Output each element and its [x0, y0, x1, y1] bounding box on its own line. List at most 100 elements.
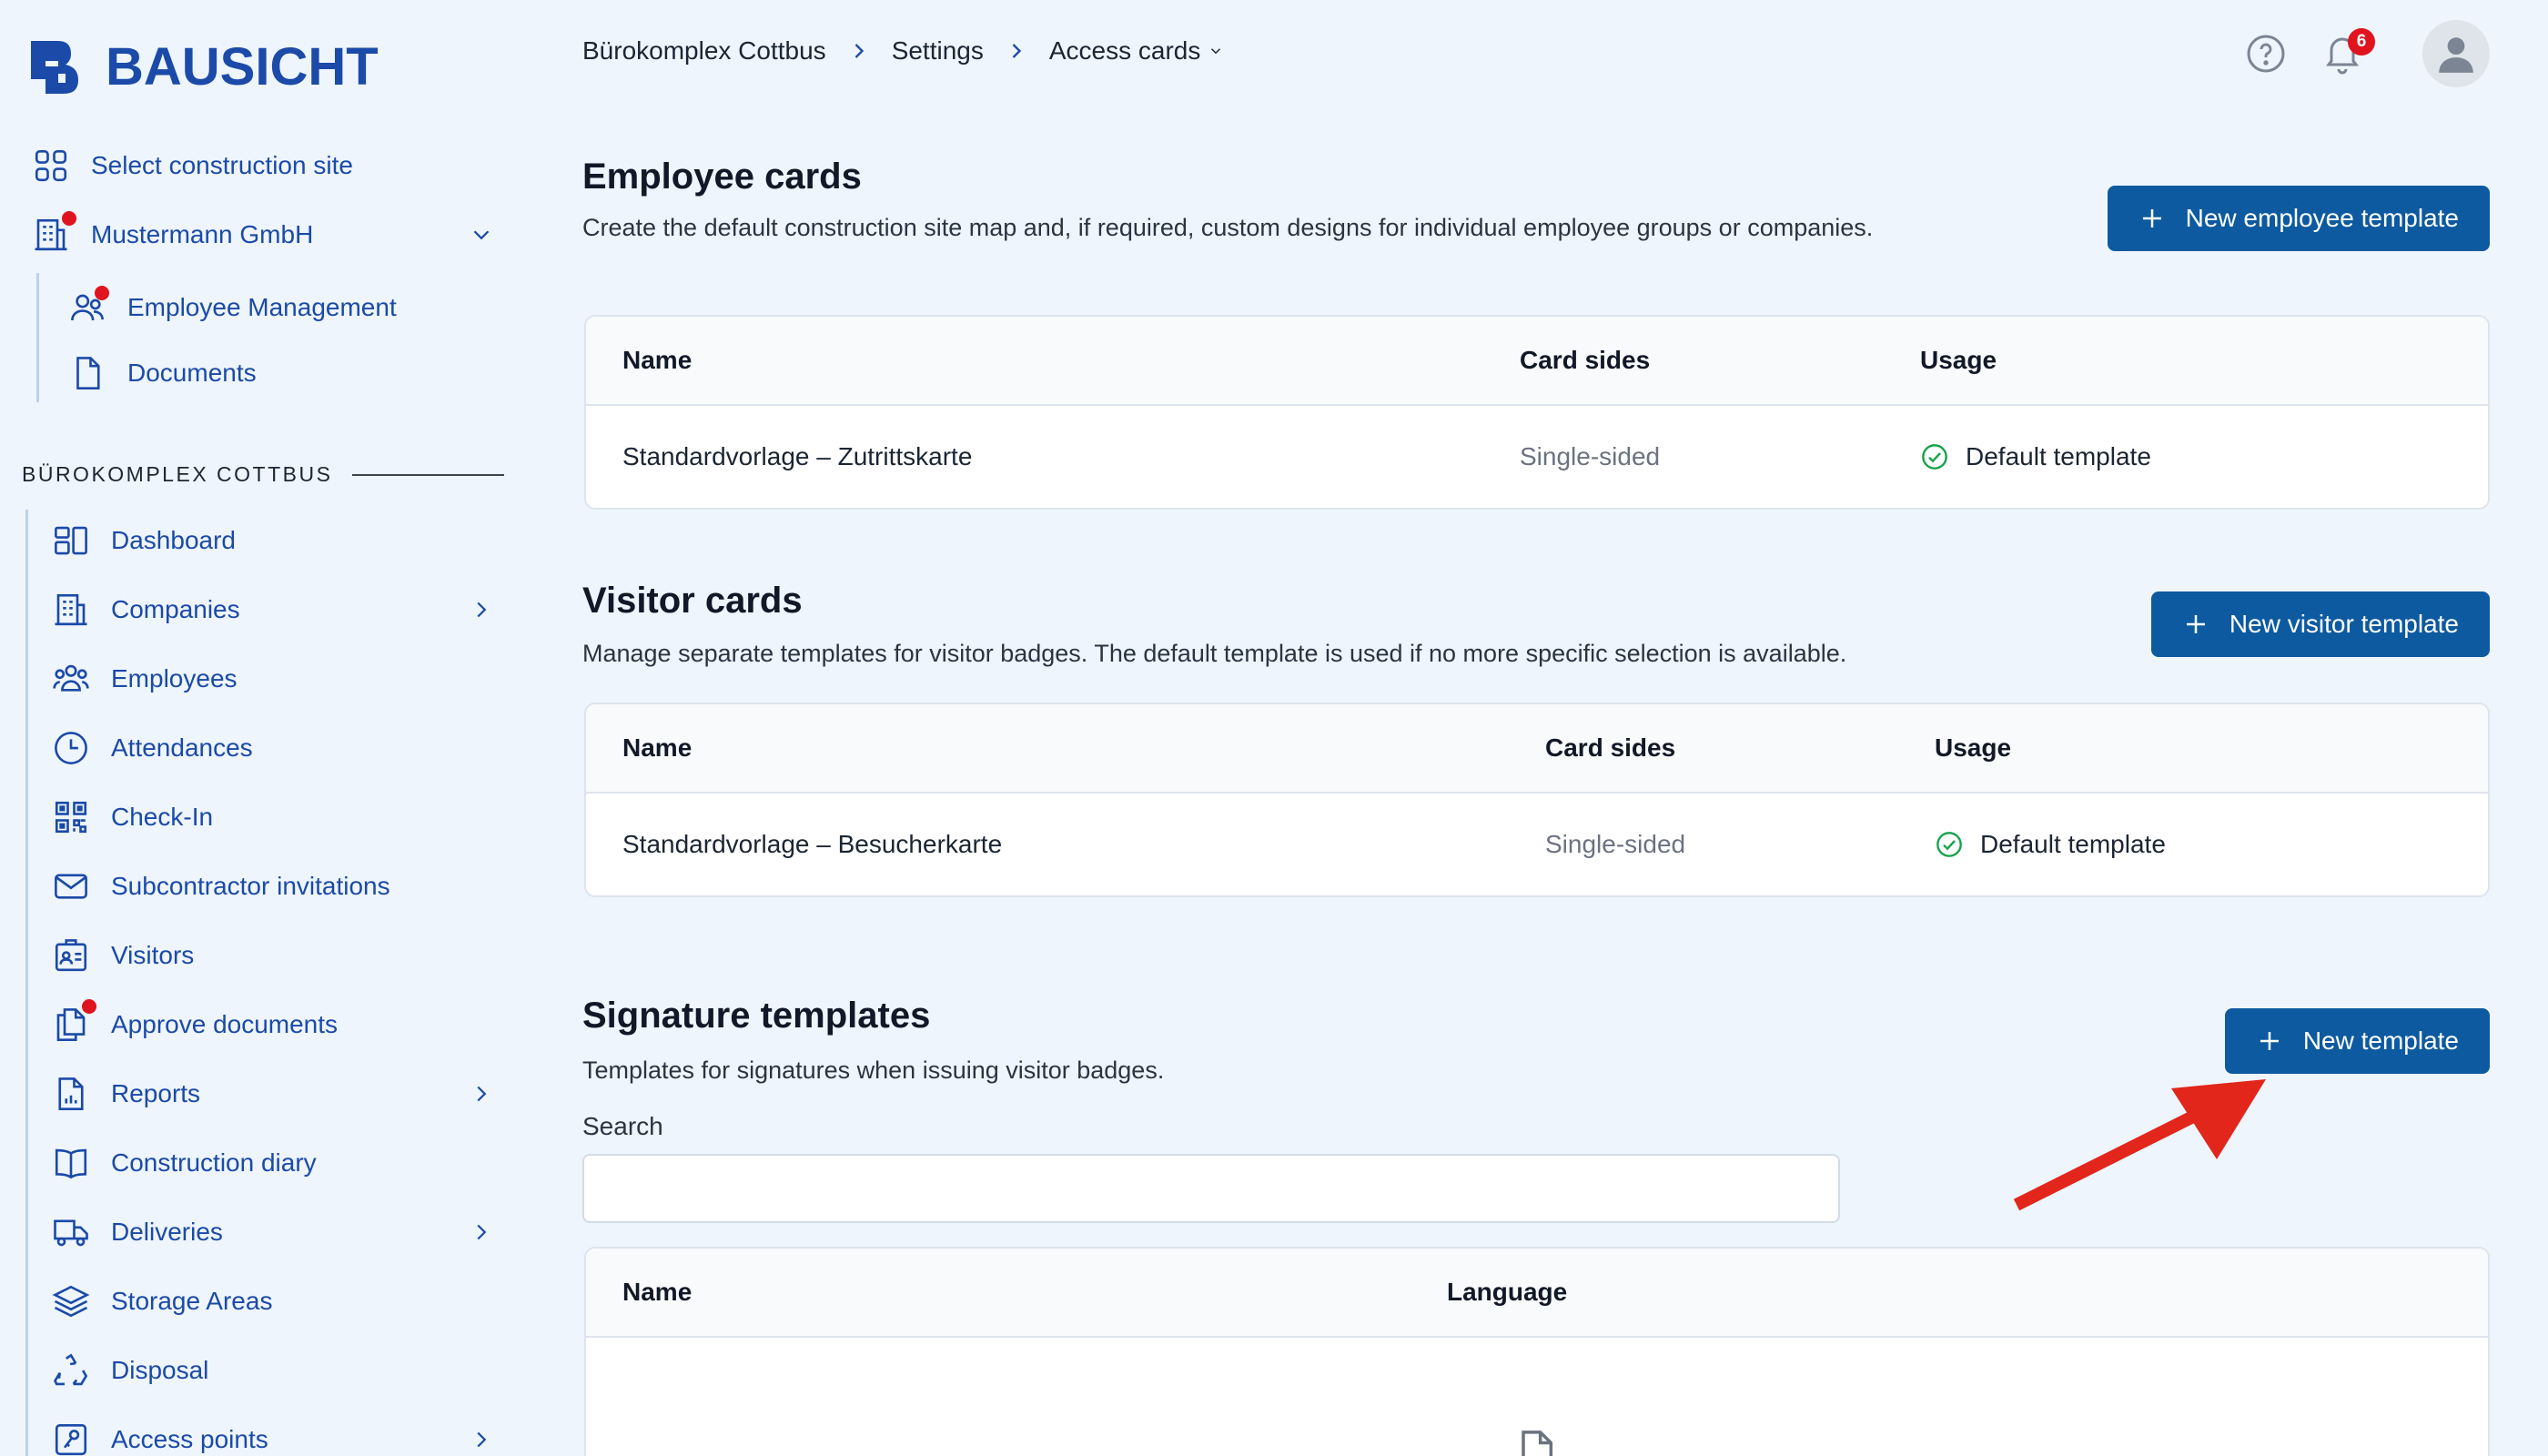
check-circle-icon	[1936, 832, 1962, 857]
sidebar-item-approve-documents[interactable]: Approve documents	[51, 999, 495, 1045]
grid-icon	[31, 146, 71, 186]
mail-icon	[51, 866, 91, 906]
select-construction-site-label: Select construction site	[91, 151, 353, 179]
visitor-badge-icon	[51, 935, 91, 976]
sidebar-item-dashboard[interactable]: Dashboard	[51, 521, 495, 561]
chevron-right-icon[interactable]	[468, 1426, 495, 1453]
sidebar-item-label: Companies	[111, 595, 240, 623]
chevron-right-icon[interactable]	[468, 596, 495, 623]
sidebar-item-disposal[interactable]: Disposal	[51, 1350, 495, 1390]
button-label: New employee template	[2185, 204, 2459, 232]
new-visitor-template-button[interactable]: New visitor template	[2150, 592, 2490, 657]
select-construction-site[interactable]: Select construction site	[31, 146, 495, 186]
table-row[interactable]: Standardvorlage – Zutrittskarte Single-s…	[586, 406, 2488, 508]
search-label: Search	[582, 1112, 663, 1140]
breadcrumb-site[interactable]: Bürokomplex Cottbus	[582, 36, 826, 66]
chevron-down-icon[interactable]	[468, 221, 495, 248]
sidebar-item-access-points[interactable]: Access points	[51, 1420, 495, 1456]
sidebar-item-storage-areas[interactable]: Storage Areas	[51, 1281, 495, 1321]
avatar[interactable]	[2422, 20, 2490, 87]
visitor-cards-description: Manage separate templates for visitor ba…	[582, 640, 1847, 667]
company-selector[interactable]: Mustermann GmbH	[31, 211, 495, 255]
table-header: Name Card sides Usage	[586, 704, 2488, 794]
column-card-sides: Card sides	[1545, 733, 1676, 762]
logo-mark-icon	[31, 40, 78, 94]
chevron-right-icon[interactable]	[468, 1218, 495, 1246]
plus-icon	[2186, 615, 2205, 633]
visitor-cards-title: Visitor cards	[582, 581, 803, 621]
sidebar-item-attendances[interactable]: Attendances	[51, 728, 495, 768]
help-button[interactable]	[2244, 32, 2288, 76]
template-name: Standardvorlage – Zutrittskarte	[622, 442, 973, 470]
new-employee-template-button[interactable]: New employee template	[2107, 186, 2490, 251]
sidebar-item-label: Visitors	[111, 941, 195, 969]
building-icon	[51, 590, 91, 630]
user-icon	[2439, 37, 2473, 73]
breadcrumb: Bürokomplex Cottbus Settings Access card…	[582, 36, 1224, 66]
access-point-icon	[51, 1420, 91, 1456]
button-label: New visitor template	[2229, 610, 2459, 638]
sidebar-item-label: Construction diary	[111, 1148, 317, 1177]
sidebar-item-label: Approve documents	[111, 1010, 339, 1038]
visitor-cards-table: Name Card sides Usage Standardvorlage – …	[584, 703, 2490, 897]
sidebar-item-documents[interactable]: Documents	[67, 353, 257, 393]
sidebar-item-deliveries[interactable]: Deliveries	[51, 1212, 495, 1252]
notification-dot	[82, 999, 96, 1014]
column-language: Language	[1447, 1278, 1568, 1306]
card-sides-value: Single-sided	[1520, 442, 1661, 470]
table-row[interactable]: Standardvorlage – Besucherkarte Single-s…	[586, 794, 2488, 895]
section-divider	[352, 473, 504, 476]
button-label: New template	[2302, 1026, 2459, 1055]
chevron-right-icon	[854, 44, 864, 58]
sidebar-item-check-in[interactable]: Check-In	[51, 797, 495, 837]
notifications-button[interactable]: 6	[2320, 28, 2375, 76]
breadcrumb-settings[interactable]: Settings	[892, 36, 984, 66]
dashboard-icon	[51, 521, 91, 561]
usage-value: Default template	[1920, 442, 2151, 471]
help-icon	[2247, 35, 2285, 73]
column-card-sides: Card sides	[1520, 346, 1651, 374]
layers-icon	[51, 1281, 91, 1321]
chevron-right-icon	[1012, 44, 1022, 58]
sidebar-item-construction-diary[interactable]: Construction diary	[51, 1143, 495, 1183]
employees-icon	[51, 659, 91, 699]
brand-name: BAUSICHT	[106, 37, 379, 96]
plus-icon	[2260, 1032, 2279, 1050]
chevron-right-icon[interactable]	[468, 1080, 495, 1107]
usage-label: Default template	[1980, 830, 2166, 858]
sidebar-item-label: Dashboard	[111, 526, 236, 554]
company-name: Mustermann GmbH	[91, 220, 314, 248]
sidebar-item-subcontractor-invitations[interactable]: Subcontractor invitations	[51, 866, 495, 906]
sidebar-item-visitors[interactable]: Visitors	[51, 935, 495, 976]
document-icon	[67, 353, 107, 393]
site-section-label: BÜROKOMPLEX COTTBUS	[22, 462, 333, 486]
site-section-title: BÜROKOMPLEX COTTBUS	[22, 462, 504, 487]
tree-line	[25, 510, 28, 1456]
column-usage: Usage	[1935, 733, 2012, 762]
sidebar-item-label: Attendances	[111, 733, 253, 762]
signature-templates-title: Signature templates	[582, 996, 931, 1036]
sidebar-item-reports[interactable]: Reports	[51, 1074, 495, 1114]
column-name: Name	[622, 1278, 693, 1306]
sidebar-item-employees[interactable]: Employees	[51, 659, 495, 699]
sidebar-item-companies[interactable]: Companies	[51, 590, 495, 630]
new-template-button[interactable]: New template	[2224, 1008, 2490, 1074]
sidebar: BAUSICHT Select construction site Muster…	[0, 0, 528, 1456]
clock-icon	[51, 728, 91, 768]
recycle-icon	[51, 1350, 91, 1390]
column-name: Name	[622, 346, 693, 374]
employee-cards-title: Employee cards	[582, 157, 862, 197]
sidebar-item-label: Check-In	[111, 803, 214, 831]
signature-templates-description: Templates for signatures when issuing vi…	[582, 1057, 1165, 1084]
empty-state-document-icon	[1511, 1427, 1562, 1456]
column-name: Name	[622, 733, 693, 762]
sidebar-item-label: Employee Management	[127, 293, 397, 321]
truck-icon	[51, 1212, 91, 1252]
sidebar-item-employee-management[interactable]: Employee Management	[67, 286, 397, 328]
search-input[interactable]	[582, 1154, 1840, 1223]
tree-line	[36, 273, 39, 402]
brand-logo[interactable]: BAUSICHT	[27, 36, 379, 97]
chevron-down-icon[interactable]	[1208, 43, 1224, 59]
sidebar-item-label: Reports	[111, 1079, 201, 1107]
breadcrumb-access-cards[interactable]: Access cards	[1049, 36, 1201, 66]
